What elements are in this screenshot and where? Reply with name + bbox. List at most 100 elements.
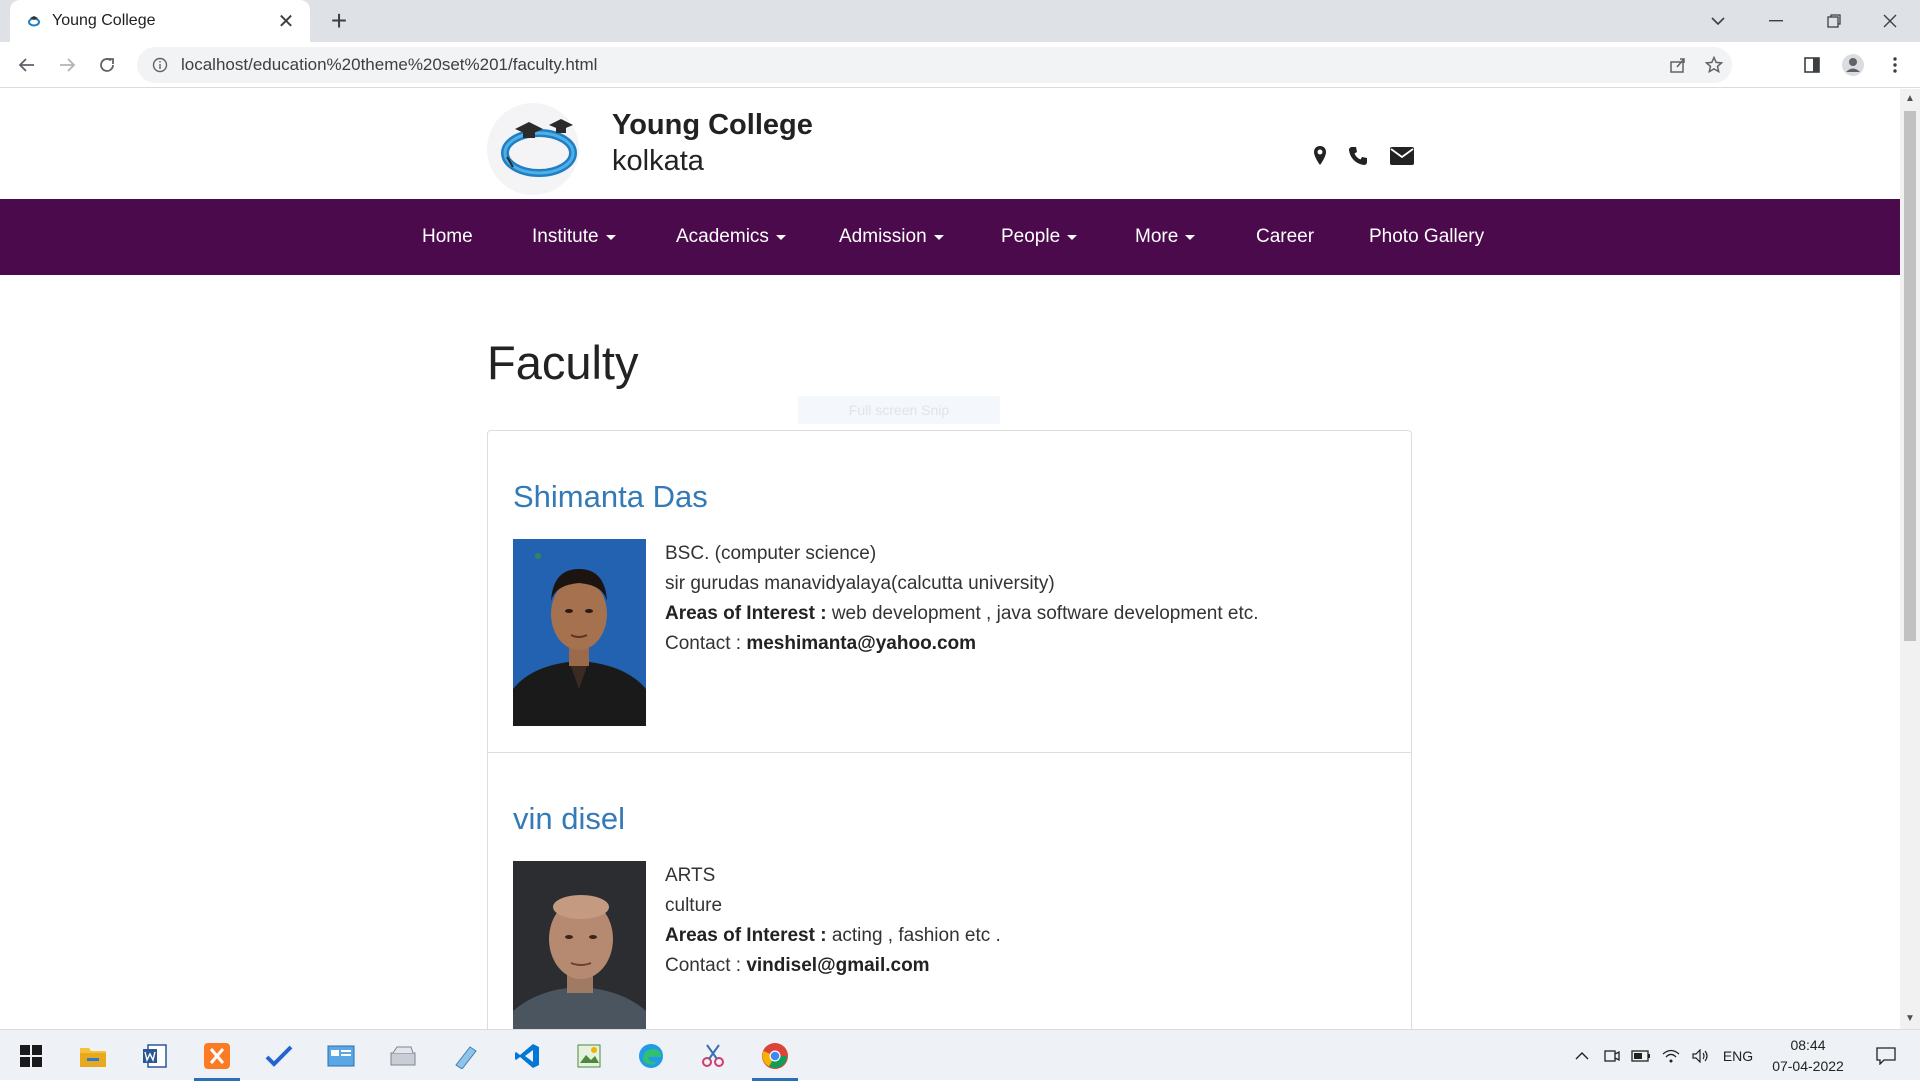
nav-home[interactable]: Home: [422, 199, 473, 275]
page-scrollbar[interactable]: ▲ ▼: [1900, 89, 1920, 1029]
interest-label: Areas of Interest :: [665, 603, 827, 624]
tab-close-icon[interactable]: ✕: [274, 9, 298, 33]
faculty-photo: [513, 861, 646, 1029]
faculty-contact-row: Contact : meshimanta@yahoo.com: [665, 629, 1259, 659]
meet-now-icon[interactable]: [1600, 1030, 1624, 1081]
xampp-icon[interactable]: [188, 1030, 246, 1081]
share-icon[interactable]: [1660, 47, 1696, 83]
word-icon[interactable]: [126, 1030, 184, 1081]
site-header: Young College kolkata: [0, 89, 1900, 199]
browser-menu-icon[interactable]: [1880, 50, 1910, 80]
interest-value: acting , fashion etc .: [826, 925, 1001, 946]
interest-label: Areas of Interest :: [665, 925, 827, 946]
phone-icon[interactable]: [1345, 143, 1371, 169]
scroll-up-icon[interactable]: ▲: [1904, 93, 1916, 105]
nav-career[interactable]: Career: [1256, 199, 1314, 275]
windows-start-icon[interactable]: [2, 1030, 60, 1081]
nav-people-label: People: [1001, 226, 1061, 247]
browser-tab[interactable]: Young College ✕: [10, 0, 310, 42]
chrome-icon[interactable]: [746, 1030, 804, 1081]
notepad-icon[interactable]: [436, 1030, 494, 1081]
forward-icon[interactable]: [52, 50, 82, 80]
nav-academics-label: Academics: [676, 226, 769, 247]
new-tab-button[interactable]: +: [325, 5, 353, 36]
faculty-details: BSC. (computer science) sir gurudas mana…: [665, 539, 1259, 659]
faculty-contact-row: Contact : vindisel@gmail.com: [665, 951, 1001, 981]
faculty-details: ARTS culture Areas of Interest : acting …: [665, 861, 1001, 981]
nav-more-label: More: [1135, 226, 1179, 247]
snip-hint: Full screen Snip: [798, 396, 1000, 424]
contact-label: Contact :: [665, 955, 747, 976]
scroll-down-icon[interactable]: ▼: [1904, 1013, 1916, 1025]
envelope-icon[interactable]: [1389, 143, 1415, 169]
browser-tabstrip: Young College ✕ +: [0, 0, 1920, 42]
nav-home-label: Home: [422, 226, 473, 247]
profile-avatar-icon[interactable]: [1838, 50, 1868, 80]
site-info-icon[interactable]: [151, 56, 169, 74]
snipping-tool-icon[interactable]: [684, 1030, 742, 1081]
notifications-icon[interactable]: [1866, 1030, 1906, 1081]
edge-icon[interactable]: [622, 1030, 680, 1081]
faculty-degree: BSC. (computer science): [665, 543, 877, 564]
site-favicon-icon: [26, 13, 42, 29]
vscode-icon[interactable]: [498, 1030, 556, 1081]
interest-value: web development , java software developm…: [826, 603, 1259, 624]
nav-more[interactable]: More: [1135, 199, 1196, 275]
image-editor-icon[interactable]: [560, 1030, 618, 1081]
nav-academics[interactable]: Academics: [676, 199, 786, 275]
bookmark-star-icon[interactable]: [1696, 47, 1732, 83]
reload-icon[interactable]: [92, 50, 122, 80]
side-panel-icon[interactable]: [1797, 50, 1827, 80]
main-navigation: Home Institute Academics Admission Peopl…: [0, 199, 1900, 275]
address-bar[interactable]: localhost/education%20theme%20set%201/fa…: [137, 47, 1732, 83]
back-icon[interactable]: [12, 50, 42, 80]
contact-label: Contact :: [665, 633, 747, 654]
caret-down-icon: [775, 234, 786, 240]
caret-down-icon: [1185, 234, 1196, 240]
tab-title: Young College: [52, 12, 156, 29]
tray-overflow-chevron-icon[interactable]: [1570, 1030, 1594, 1081]
close-window-icon[interactable]: [1862, 0, 1918, 42]
faculty-card: Shimanta Das BSC. (computer science) sir…: [488, 431, 1411, 753]
caret-down-icon: [1067, 234, 1078, 240]
faculty-name[interactable]: vin disel: [513, 801, 625, 837]
brand-name[interactable]: Young College: [612, 109, 813, 142]
system-clock[interactable]: 08:44 07-04-2022: [1758, 1035, 1858, 1077]
control-panel-icon[interactable]: [312, 1030, 370, 1081]
file-explorer-icon[interactable]: [64, 1030, 122, 1081]
tab-search-icon[interactable]: [1690, 0, 1746, 42]
nav-photo-gallery-label: Photo Gallery: [1369, 226, 1485, 247]
language-indicator[interactable]: ENG: [1718, 1030, 1758, 1081]
restore-icon[interactable]: [1806, 0, 1862, 42]
minimize-icon[interactable]: [1748, 0, 1804, 42]
faculty-card: vin disel ARTS culture Areas of Interest…: [488, 753, 1411, 1029]
college-logo[interactable]: [477, 97, 602, 197]
battery-icon[interactable]: [1628, 1030, 1654, 1081]
nav-career-label: Career: [1256, 226, 1315, 247]
scrollbar-thumb[interactable]: [1904, 111, 1916, 641]
brand-city: kolkata: [612, 145, 704, 177]
clock-time: 08:44: [1790, 1037, 1826, 1053]
nav-institute[interactable]: Institute: [532, 199, 616, 275]
contact-email[interactable]: meshimanta@yahoo.com: [746, 633, 976, 654]
scanner-icon[interactable]: [374, 1030, 432, 1081]
todo-icon[interactable]: [250, 1030, 308, 1081]
nav-photo-gallery[interactable]: Photo Gallery: [1369, 199, 1484, 275]
nav-admission[interactable]: Admission: [839, 199, 944, 275]
faculty-photo: [513, 539, 646, 726]
faculty-institution: culture: [665, 895, 723, 916]
page-viewport: Young College kolkata Home Institute Aca…: [0, 89, 1900, 1029]
map-marker-icon[interactable]: [1307, 143, 1333, 169]
url-text[interactable]: localhost/education%20theme%20set%201/fa…: [181, 55, 1660, 75]
windows-taskbar: ENG 08:44 07-04-2022: [0, 1029, 1920, 1081]
page-title: Faculty: [487, 336, 639, 389]
browser-toolbar: localhost/education%20theme%20set%201/fa…: [0, 42, 1920, 88]
caret-down-icon: [605, 234, 616, 240]
contact-email[interactable]: vindisel@gmail.com: [746, 955, 929, 976]
faculty-name[interactable]: Shimanta Das: [513, 479, 708, 515]
nav-admission-label: Admission: [839, 226, 927, 247]
faculty-degree: ARTS: [665, 865, 716, 886]
wifi-icon[interactable]: [1658, 1030, 1684, 1081]
volume-icon[interactable]: [1688, 1030, 1714, 1081]
nav-people[interactable]: People: [1001, 199, 1078, 275]
